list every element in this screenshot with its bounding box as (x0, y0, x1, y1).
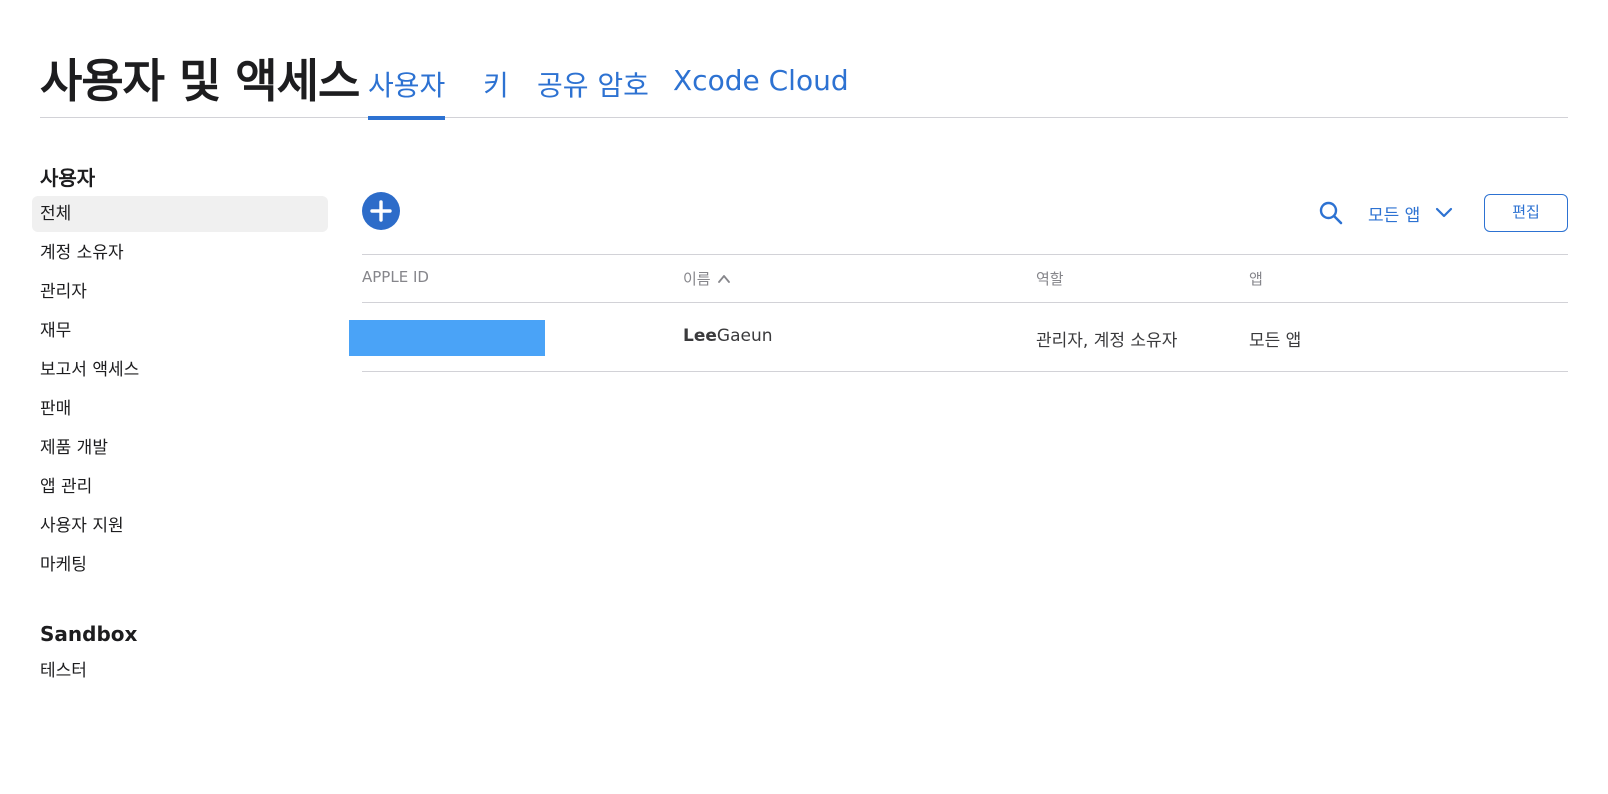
page-title: 사용자 및 액세스 (40, 54, 360, 108)
column-header-name[interactable]: 이름 (683, 268, 731, 289)
table-row-divider (362, 371, 1568, 372)
sidebar-item-all[interactable]: 전체 (32, 196, 328, 232)
sidebar-item-customer-support[interactable]: 사용자 지원 (32, 508, 328, 544)
user-last-name: Lee (683, 326, 717, 346)
user-apps-cell: 모든 앱 (1249, 331, 1302, 351)
add-user-button[interactable] (362, 192, 400, 230)
tab-shared-secret[interactable]: 공유 암호 (537, 64, 649, 104)
sidebar-item-account-holder[interactable]: 계정 소유자 (32, 235, 328, 271)
column-header-apps[interactable]: 앱 (1249, 268, 1263, 289)
table-top-divider (362, 254, 1568, 255)
tab-users[interactable]: 사용자 (368, 64, 446, 120)
tab-xcode-cloud[interactable]: Xcode Cloud (673, 64, 849, 97)
user-first-name: Gaeun (716, 326, 773, 346)
sidebar-item-finance[interactable]: 재무 (32, 313, 328, 349)
edit-button[interactable]: 편집 (1484, 194, 1568, 232)
column-header-apple-id[interactable]: APPLE ID (362, 268, 429, 286)
sidebar-section-sandbox-title: Sandbox (40, 622, 138, 646)
tab-keys[interactable]: 키 (483, 64, 509, 104)
sidebar-item-report-access[interactable]: 보고서 액세스 (32, 352, 328, 388)
column-header-name-label: 이름 (683, 270, 711, 288)
app-filter-dropdown[interactable]: 모든 앱 (1368, 200, 1454, 226)
app-filter-label: 모든 앱 (1368, 205, 1421, 226)
sidebar-item-marketing[interactable]: 마케팅 (32, 547, 328, 583)
sidebar-item-developer[interactable]: 제품 개발 (32, 430, 328, 466)
page-header: 사용자 및 액세스 사용자 키 공유 암호 Xcode Cloud (40, 40, 1568, 120)
sidebar-item-app-manager[interactable]: 앱 관리 (32, 469, 328, 505)
sidebar-item-testers[interactable]: 테스터 (32, 653, 328, 689)
user-role-cell: 관리자, 계정 소유자 (1036, 331, 1178, 351)
apple-id-redacted (349, 320, 545, 356)
sidebar-section-users-title: 사용자 (40, 166, 96, 190)
chevron-down-icon (1436, 207, 1453, 218)
chevron-up-icon (717, 274, 730, 283)
user-name-cell[interactable]: LeeGaeun (683, 326, 773, 346)
column-header-role[interactable]: 역할 (1036, 268, 1064, 289)
sidebar-item-sales[interactable]: 판매 (32, 391, 328, 427)
search-icon[interactable] (1318, 200, 1344, 226)
plus-circle-icon (370, 200, 392, 222)
sidebar-item-admin[interactable]: 관리자 (32, 274, 328, 310)
table-header-divider (362, 302, 1568, 303)
